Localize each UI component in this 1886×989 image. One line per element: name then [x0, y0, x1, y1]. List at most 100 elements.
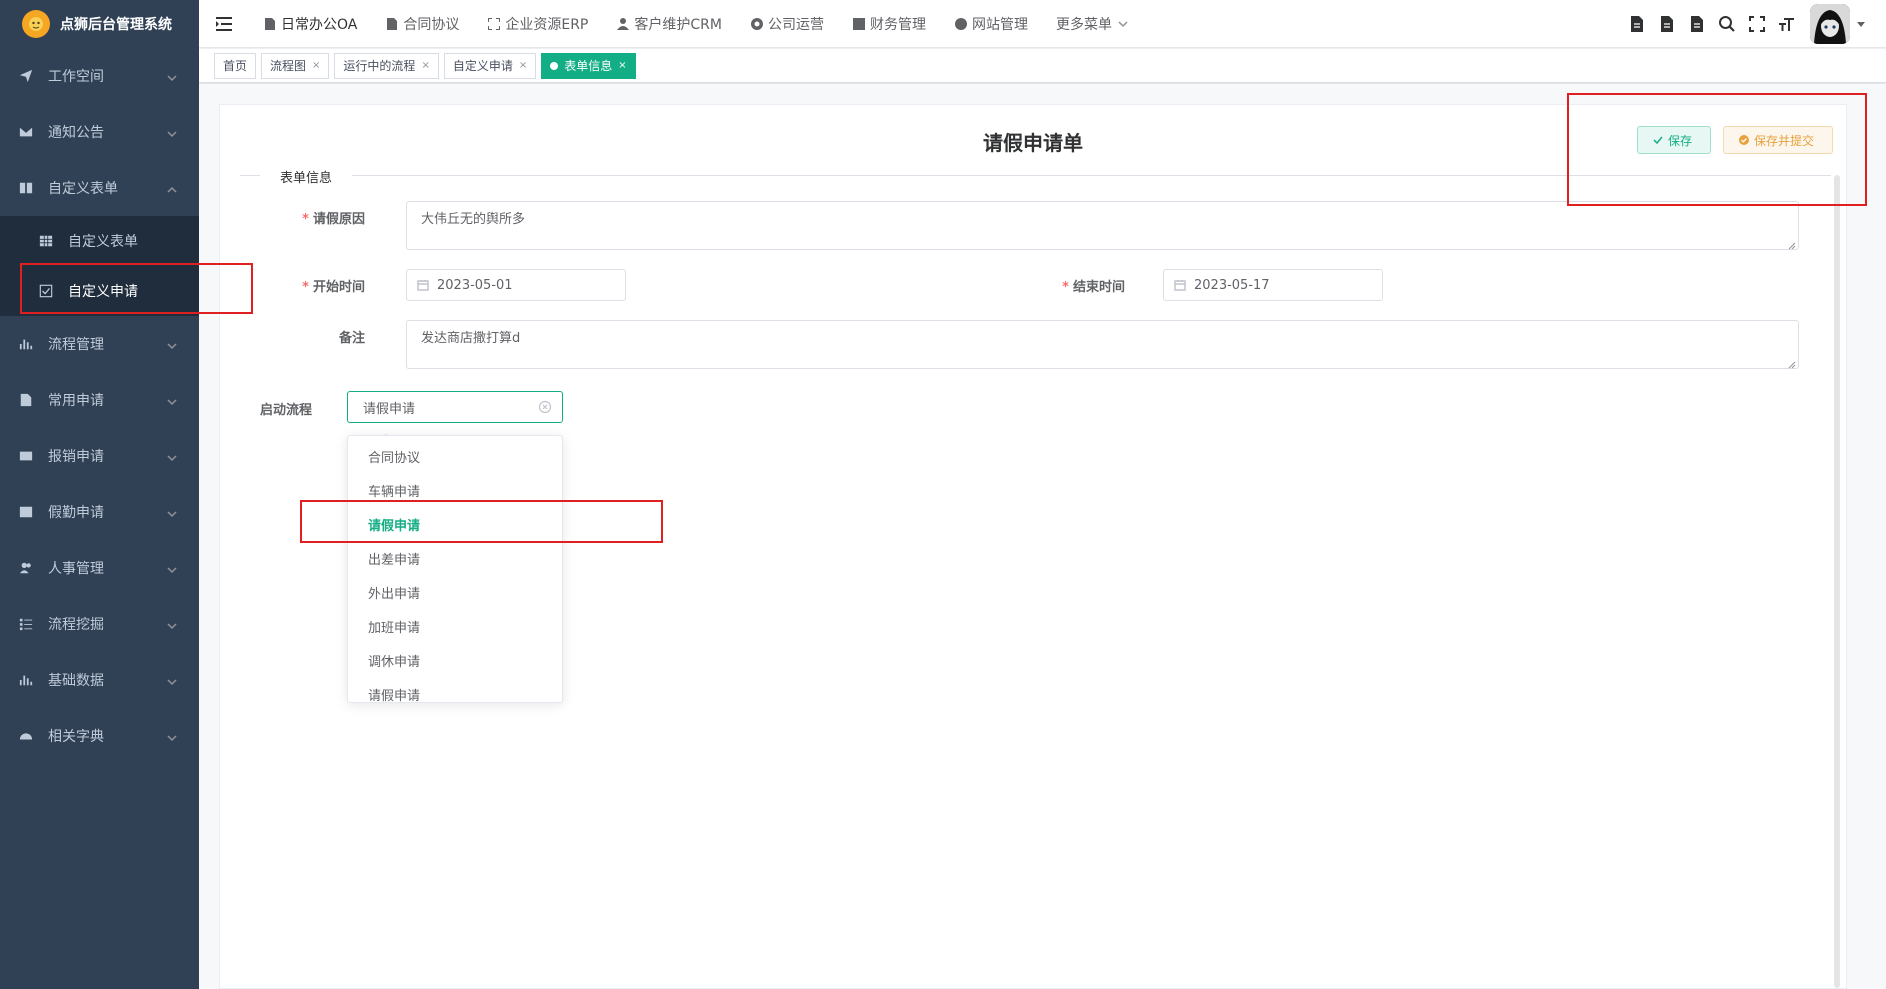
topmenu-item-finance[interactable]: 财务管理: [838, 0, 940, 48]
font-size-icon[interactable]: [1772, 0, 1802, 48]
resize-handle-icon[interactable]: [1788, 239, 1796, 250]
topmenu-label: 公司运营: [767, 16, 824, 33]
bar-chart-icon: [18, 336, 34, 352]
topmenu-item-more[interactable]: 更多菜单: [1042, 0, 1142, 48]
hamburger-icon[interactable]: [199, 0, 249, 48]
sidebar-item-label: 相关字典: [48, 729, 104, 745]
close-icon[interactable]: ×: [312, 54, 320, 78]
sidebar-item-label: 自定义表单: [48, 181, 118, 197]
scrollbar[interactable]: [1834, 175, 1840, 988]
app-logo[interactable]: 点狮后台管理系统: [0, 0, 199, 48]
process-dropdown: 合同协议 车辆申请 请假申请 出差申请 外出申请 加班申请 调休申请 请假申请: [347, 435, 563, 703]
dropdown-option[interactable]: 请假申请: [348, 680, 562, 702]
sidebar-item-expense-apply[interactable]: 报销申请: [0, 428, 199, 484]
top-right-tools: [1622, 0, 1866, 48]
sidebar-item-hr[interactable]: 人事管理: [0, 540, 199, 596]
sidebar-item-custom-form[interactable]: 自定义表单: [0, 160, 199, 216]
document-icon[interactable]: [1622, 0, 1652, 48]
sidebar-item-label: 常用申请: [48, 393, 104, 409]
process-select[interactable]: 请假申请: [347, 391, 563, 423]
sidebar-item-common-apply[interactable]: 常用申请: [0, 372, 199, 428]
tag-running-process[interactable]: 运行中的流程 ×: [334, 52, 439, 79]
topmenu-item-website[interactable]: 网站管理: [940, 0, 1042, 48]
end-date-input[interactable]: 2023-05-17: [1163, 269, 1383, 301]
table-icon: [38, 233, 54, 249]
file-icon: [18, 392, 34, 408]
sidebar-item-base-data[interactable]: 基础数据: [0, 652, 199, 708]
chevron-down-icon: [167, 127, 177, 138]
send-icon: [18, 68, 34, 84]
sidebar-item-workspace[interactable]: 工作空间: [0, 48, 199, 104]
end-date-value: 2023-05-17: [1194, 277, 1270, 293]
tag-home[interactable]: 首页: [214, 52, 257, 79]
topmenu-item-crm[interactable]: 客户维护CRM: [602, 0, 736, 48]
dropdown-option-selected[interactable]: 请假申请: [348, 510, 562, 544]
id-card-icon: [18, 448, 34, 464]
sidebar-item-label: 基础数据: [48, 673, 104, 689]
remark-value: 发达商店撒打算d: [421, 331, 521, 346]
book-icon: [18, 180, 34, 196]
dropdown-option[interactable]: 调休申请: [348, 646, 562, 680]
reason-textarea[interactable]: 大伟丘无的舆所多: [406, 201, 1799, 250]
resize-handle-icon[interactable]: [1788, 358, 1796, 369]
tag-flowchart[interactable]: 流程图 ×: [261, 52, 330, 79]
fullscreen-icon[interactable]: [1742, 0, 1772, 48]
close-icon[interactable]: ×: [618, 54, 626, 78]
caret-down-icon[interactable]: [1856, 19, 1866, 29]
topmenu-item-erp[interactable]: 企业资源ERP: [473, 0, 602, 48]
sidebar-item-process-mining[interactable]: 流程挖掘: [0, 596, 199, 652]
chevron-down-icon: [167, 563, 177, 574]
remark-label-text: 备注: [338, 331, 365, 346]
end-time-label: * 结束时间: [1062, 280, 1125, 295]
dropdown-option[interactable]: 车辆申请: [348, 476, 562, 510]
topmenu-label: 财务管理: [869, 16, 926, 33]
chevron-up-icon: [167, 183, 177, 193]
calendar-icon: [417, 279, 429, 291]
save-submit-button-label: 保存并提交: [1754, 133, 1815, 148]
sidebar-item-leave-apply[interactable]: 假勤申请: [0, 484, 199, 540]
doc-icon: [263, 17, 277, 31]
search-icon[interactable]: [1712, 0, 1742, 48]
calendar-icon: [1174, 279, 1186, 291]
topmenu-label: 日常办公OA: [281, 16, 358, 33]
topmenu-item-operation[interactable]: 公司运营: [736, 0, 838, 48]
save-button-label: 保存: [1668, 133, 1693, 148]
dropdown-option[interactable]: 合同协议: [348, 442, 562, 476]
remark-textarea[interactable]: 发达商店撒打算d: [406, 320, 1799, 369]
sidebar-item-label: 流程管理: [48, 337, 104, 353]
remark-label: 备注: [260, 327, 365, 346]
topmenu-item-contract[interactable]: 合同协议: [371, 0, 473, 48]
dropdown-option[interactable]: 加班申请: [348, 612, 562, 646]
sidebar-subitem-custom-apply[interactable]: 自定义申请: [0, 266, 199, 316]
start-date-input[interactable]: 2023-05-01: [406, 269, 626, 301]
tag-label: 流程图: [270, 58, 307, 73]
main-content: 请假申请单 保存 保存并提交 表单信息 * 请假原因 大伟丘无的舆所多 * 开始时间…: [199, 84, 1886, 989]
dropdown-option[interactable]: 外出申请: [348, 578, 562, 612]
reason-label-text: 请假原因: [312, 212, 365, 227]
clear-icon[interactable]: [538, 400, 552, 414]
form-title: 请假申请单: [983, 131, 1083, 155]
avatar[interactable]: [1810, 4, 1850, 44]
mail-icon: [18, 124, 34, 140]
tags-view: 首页 流程图 × 运行中的流程 × 自定义申请 × 表单信息 ×: [199, 49, 1886, 83]
sidebar-item-process-mgmt[interactable]: 流程管理: [0, 316, 199, 372]
tag-custom-apply[interactable]: 自定义申请 ×: [443, 52, 537, 79]
sidebar-item-notice[interactable]: 通知公告: [0, 104, 199, 160]
save-submit-button[interactable]: 保存并提交: [1723, 126, 1833, 154]
check-icon: [1652, 134, 1664, 146]
close-icon[interactable]: ×: [519, 54, 527, 78]
sidebar-item-dictionary[interactable]: 相关字典: [0, 708, 199, 764]
table-icon: [18, 504, 34, 520]
section-title: 表单信息: [260, 167, 353, 186]
document-icon[interactable]: [1682, 0, 1712, 48]
dropdown-option[interactable]: 出差申请: [348, 544, 562, 578]
sidebar-subitem-custom-form[interactable]: 自定义表单: [0, 216, 199, 266]
chevron-down-icon: [167, 507, 177, 518]
sidebar: 点狮后台管理系统 工作空间 通知公告 自定义表单 自定义表单 自定义申请 流程管…: [0, 0, 199, 989]
chevron-down-icon: [167, 675, 177, 686]
close-icon[interactable]: ×: [421, 54, 429, 78]
tag-form-info[interactable]: 表单信息 ×: [541, 52, 636, 79]
document-icon[interactable]: [1652, 0, 1682, 48]
save-button[interactable]: 保存: [1637, 126, 1711, 154]
topmenu-item-oa[interactable]: 日常办公OA: [249, 0, 371, 48]
